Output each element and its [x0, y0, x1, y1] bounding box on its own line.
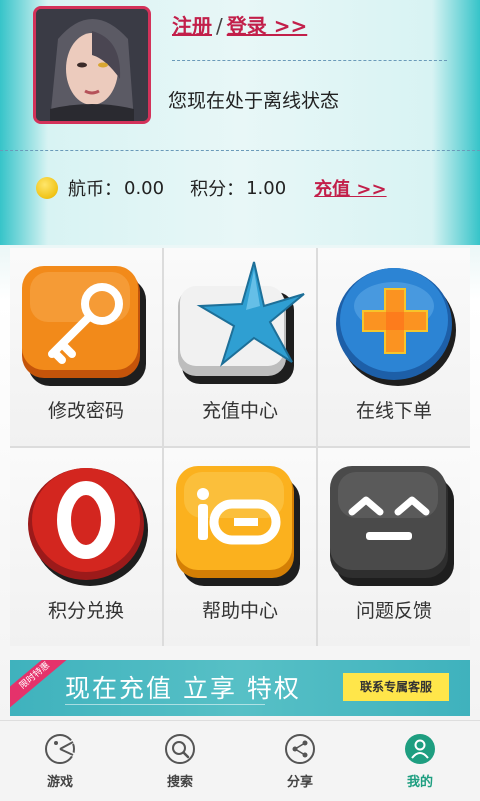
grid-item-help-center[interactable]: 帮助中心	[164, 448, 316, 646]
avatar[interactable]	[33, 6, 151, 124]
grid-item-label: 问题反馈	[355, 600, 432, 622]
grid-item-online-order[interactable]: 在线下单	[318, 248, 470, 446]
grid-item-label: 充值中心	[201, 400, 278, 422]
grid-item-label: 积分兑换	[47, 600, 124, 622]
coin-label: 航币：	[68, 179, 122, 200]
divider	[0, 150, 480, 151]
grid-item-label: 在线下单	[355, 400, 432, 422]
tab-label: 分享	[286, 775, 313, 790]
key-icon	[16, 260, 156, 390]
star-icon	[170, 260, 310, 390]
user-icon	[404, 733, 436, 765]
points-label: 积分：	[190, 179, 245, 200]
grid-item-label: 帮助中心	[201, 600, 278, 622]
coin-icon	[36, 177, 58, 199]
tab-label: 搜索	[166, 775, 193, 790]
divider	[172, 60, 447, 61]
plus-icon	[324, 260, 464, 390]
recharge-link[interactable]: 充值 >>	[314, 175, 386, 201]
search-icon	[164, 733, 196, 765]
contact-service-button[interactable]: 联系专属客服	[343, 673, 449, 701]
points-value: 1.00	[246, 177, 287, 199]
login-link[interactable]: 登录 >>	[227, 14, 307, 38]
recharge-promo-banner[interactable]: 限时特惠 现在充值 立享 特权 联系专属客服	[10, 660, 470, 716]
grid-item-label: 修改密码	[47, 400, 124, 422]
coin-value: 0.00	[124, 177, 165, 199]
balance-row: 航币： 0.00 积分： 1.00 充值 >>	[36, 174, 387, 202]
grid-item-feedback[interactable]: 问题反馈	[318, 448, 470, 646]
grid-item-recharge-center[interactable]: 充值中心	[164, 248, 316, 446]
tab-label: 我的	[406, 775, 433, 790]
tab-share[interactable]: 分享	[240, 721, 360, 801]
login-status-text: 您现在处于离线状态	[168, 90, 340, 112]
share-icon	[284, 733, 316, 765]
face-icon	[324, 460, 464, 590]
grid-item-change-password[interactable]: 修改密码	[10, 248, 162, 446]
promo-text: 现在充值 立享 特权	[65, 674, 301, 703]
io-icon	[170, 460, 310, 590]
pacman-icon	[44, 733, 76, 765]
opera-icon	[16, 460, 156, 590]
profile-header: 注册 / 登录 >> 您现在处于离线状态 航币： 0.00 积分： 1.00 充值 …	[0, 0, 480, 245]
auth-separator: /	[216, 14, 223, 38]
avatar-portrait	[36, 9, 148, 121]
register-link[interactable]: 注册	[172, 14, 212, 38]
tab-search[interactable]: 搜索	[120, 721, 240, 801]
tab-label: 游戏	[46, 775, 73, 790]
grid-item-points-exchange[interactable]: 积分兑换	[10, 448, 162, 646]
feature-grid: 修改密码 充值中心 在线下单 积分兑换 帮助中心 问题反馈	[10, 248, 470, 646]
auth-links: 注册 / 登录 >>	[172, 10, 307, 39]
bottom-tab-bar: 游戏 搜索 分享 我的	[0, 720, 480, 801]
promo-underline	[65, 704, 265, 705]
tab-games[interactable]: 游戏	[0, 721, 120, 801]
tab-mine[interactable]: 我的	[360, 721, 480, 801]
